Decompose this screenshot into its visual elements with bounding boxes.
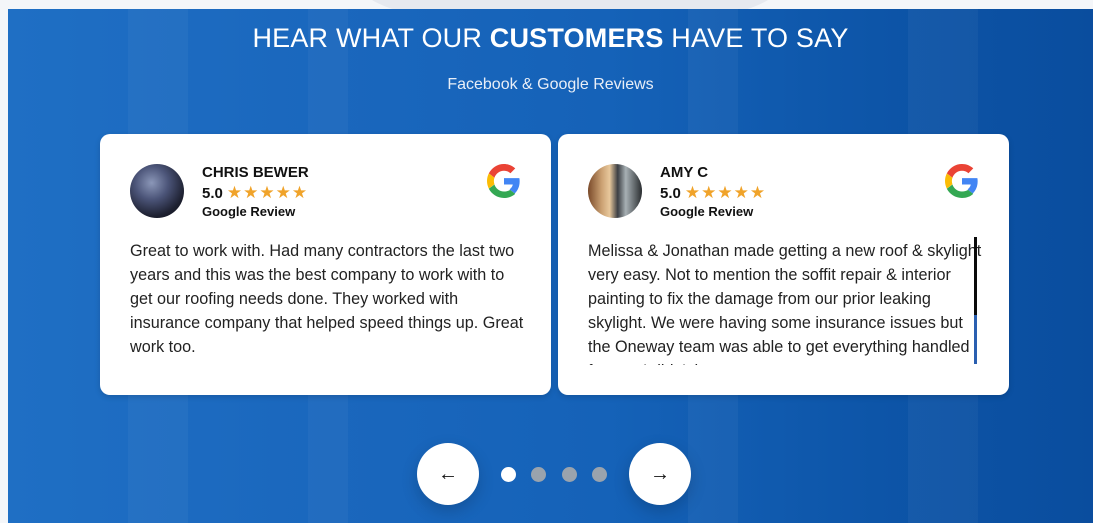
carousel-dot-4[interactable]	[592, 467, 607, 482]
star-rating-icon: ★★★★★	[226, 183, 309, 202]
section-title: HEAR WHAT OUR CUSTOMERS HAVE TO SAY	[8, 23, 1093, 54]
review-text: Melissa & Jonathan made getting a new ro…	[588, 242, 982, 365]
review-card: AMY C 5.0 ★★★★★ Google Review Melissa & J…	[558, 134, 1009, 395]
reviews-section: HEAR WHAT OUR CUSTOMERS HAVE TO SAY Face…	[8, 9, 1093, 523]
review-text: Great to work with. Had many contractors…	[130, 242, 524, 356]
rating: 5.0 ★★★★★	[660, 183, 766, 203]
review-card: CHRIS BEWER 5.0 ★★★★★ Google Review Great…	[100, 134, 551, 395]
arrow-right-icon: →	[650, 463, 670, 485]
google-logo-icon	[945, 164, 978, 198]
rating-value: 5.0	[660, 185, 681, 202]
avatar	[130, 164, 184, 218]
google-logo-icon	[487, 164, 520, 198]
next-button[interactable]: →	[629, 443, 691, 505]
carousel-dot-1[interactable]	[501, 467, 516, 482]
page: HEAR WHAT OUR CUSTOMERS HAVE TO SAY Face…	[0, 0, 1093, 523]
rating-value: 5.0	[202, 185, 223, 202]
carousel-dot-2[interactable]	[531, 467, 546, 482]
reviewer-name: AMY C	[660, 164, 709, 181]
section-subtitle: Facebook & Google Reviews	[447, 76, 654, 93]
review-source: Google Review	[660, 204, 754, 219]
previous-button[interactable]: ←	[417, 443, 479, 505]
section-title-prefix: HEAR WHAT OUR	[252, 23, 490, 53]
avatar	[588, 164, 642, 218]
rating: 5.0 ★★★★★	[202, 183, 308, 203]
scrollbar-thumb[interactable]	[974, 315, 977, 364]
star-rating-icon: ★★★★★	[684, 183, 767, 202]
arrow-left-icon: ←	[438, 463, 458, 485]
carousel-dot-3[interactable]	[562, 467, 577, 482]
review-scrollbar[interactable]	[974, 237, 977, 364]
review-source: Google Review	[202, 204, 296, 219]
reviewer-name: CHRIS BEWER	[202, 164, 309, 181]
section-title-suffix: HAVE TO SAY	[663, 23, 849, 53]
section-title-emphasis: CUSTOMERS	[489, 23, 664, 53]
